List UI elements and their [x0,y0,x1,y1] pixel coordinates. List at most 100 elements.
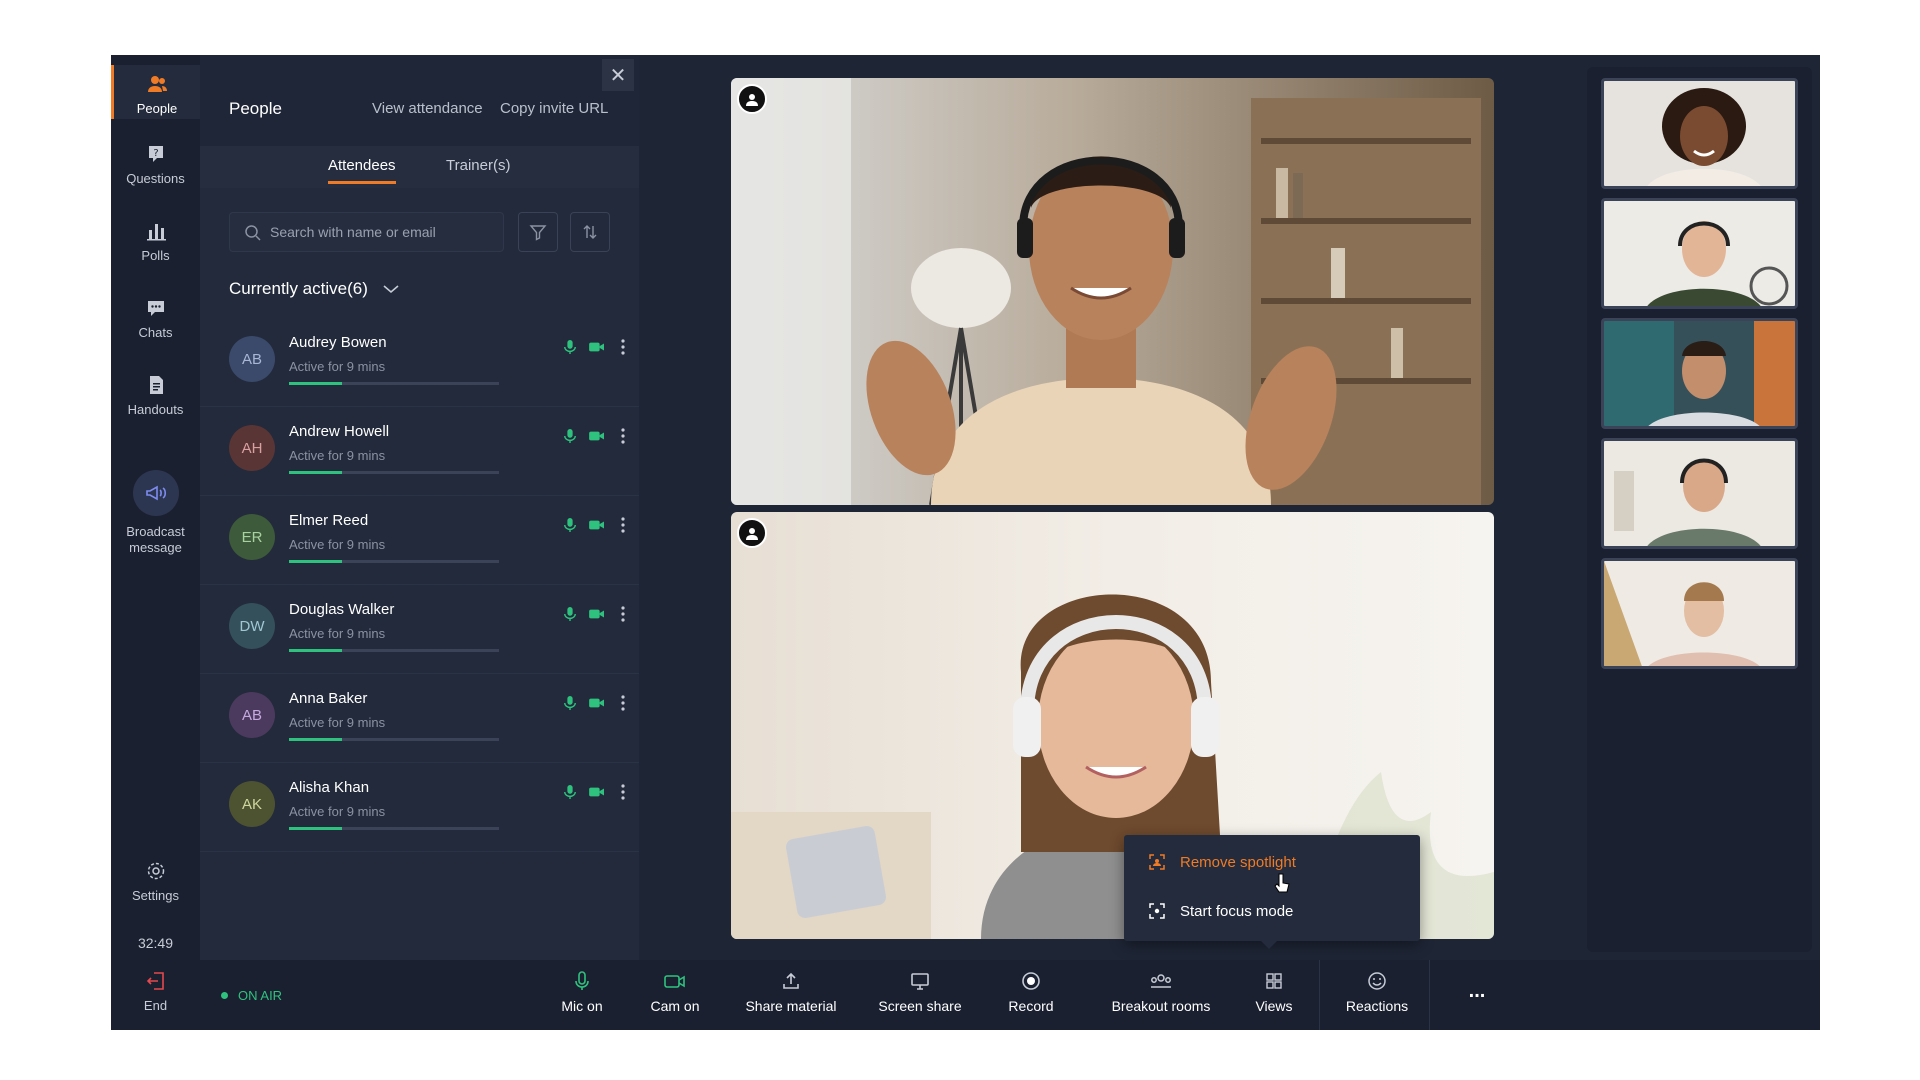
camera-icon[interactable] [586,336,608,358]
rail-handouts[interactable]: Handouts [111,374,200,417]
mic-icon[interactable] [559,514,581,536]
more-options-icon[interactable] [612,425,634,447]
activity-bar-fill [289,471,342,474]
on-air-label: ON AIR [238,988,283,1003]
attendee-status: Active for 9 mins [289,537,386,552]
toolbar-divider [1319,960,1320,1030]
avatar: ER [229,514,275,560]
document-icon [149,376,163,394]
people-panel: ✕ People View attendance Copy invite URL… [200,55,639,960]
rail-chats[interactable]: Chats [111,297,200,340]
video-tile-spotlight-1[interactable] [731,78,1494,505]
camera-icon[interactable] [586,781,608,803]
attendee-row[interactable]: ER Elmer Reed Active for 9 mins [200,496,639,585]
thumbnail-2[interactable] [1601,198,1798,309]
sort-icon [583,225,597,239]
tab-attendees[interactable]: Attendees [328,157,396,184]
avatar: AK [229,781,275,827]
spotlight-icon[interactable] [737,518,767,548]
screen-share-button[interactable]: Screen share [875,970,965,1014]
activity-bar [289,649,499,652]
end-label: End [143,998,168,1013]
mic-icon[interactable] [559,781,581,803]
section-title: Currently active(6) [229,279,368,298]
cam-button[interactable]: Cam on [640,970,710,1014]
rail-people[interactable]: People [111,65,200,119]
more-options-icon[interactable] [612,336,634,358]
attendee-row[interactable]: AH Andrew Howell Active for 9 mins [200,407,639,496]
panel-tabs: Attendees Trainer(s) [200,146,639,188]
end-button[interactable]: End [111,960,200,1030]
on-air-dot [221,992,228,999]
more-button[interactable]: ... [1457,980,1497,1003]
rail-polls[interactable]: Polls [111,220,200,263]
on-air-indicator: ON AIR [221,988,282,1003]
filter-icon [529,225,547,241]
remove-spotlight-option[interactable]: Remove spotlight [1124,838,1420,886]
copy-invite-link[interactable]: Copy invite URL [500,100,608,117]
rail-broadcast[interactable]: Broadcast message [111,470,200,556]
activity-bar [289,560,499,563]
more-options-icon[interactable] [612,692,634,714]
breakout-rooms-button[interactable]: Breakout rooms [1101,970,1221,1014]
attendee-row[interactable]: AB Audrey Bowen Active for 9 mins [200,318,639,407]
reactions-button[interactable]: Reactions [1337,970,1417,1014]
sort-button[interactable] [570,212,610,252]
megaphone-icon [132,470,179,516]
panel-header: ✕ People View attendance Copy invite URL [200,55,639,146]
thumbnail-4[interactable] [1601,438,1798,549]
mic-label: Mic on [561,998,603,1014]
more-options-icon[interactable] [612,603,634,625]
rail-questions[interactable]: ? Questions [111,143,200,186]
thumbnail-5[interactable] [1601,558,1798,669]
rail-chats-label: Chats [138,325,173,340]
start-focus-label: Start focus mode [1180,902,1294,920]
search-placeholder: Search with name or email [270,224,436,240]
views-label: Views [1255,998,1293,1014]
views-button[interactable]: Views [1244,970,1304,1014]
thumbnail-1[interactable] [1601,78,1798,189]
mic-icon[interactable] [559,425,581,447]
more-options-icon[interactable] [612,514,634,536]
currently-active-toggle[interactable]: Currently active(6) [229,279,400,299]
camera-icon[interactable] [586,603,608,625]
attendee-name: Elmer Reed [289,512,369,529]
mic-icon[interactable] [559,692,581,714]
rail-questions-label: Questions [126,171,185,186]
question-icon: ? [148,146,163,162]
rail-broadcast-label: Broadcast message [126,524,185,555]
thumbnail-feed [1604,201,1795,306]
view-attendance-link[interactable]: View attendance [372,100,483,117]
camera-icon[interactable] [586,425,608,447]
rail-settings[interactable]: Settings [111,860,200,903]
cursor-icon [1274,873,1290,893]
attendee-name: Andrew Howell [289,423,390,440]
camera-icon[interactable] [586,692,608,714]
avatar: AB [229,692,275,738]
camera-icon[interactable] [586,514,608,536]
mic-icon[interactable] [559,603,581,625]
attendee-name: Alisha Khan [289,779,370,796]
activity-bar [289,738,499,741]
left-rail: People ? Questions Polls Chats Handouts … [111,55,200,960]
attendee-name: Douglas Walker [289,601,395,618]
more-options-icon[interactable] [612,781,634,803]
tab-trainers[interactable]: Trainer(s) [446,157,510,174]
mic-button[interactable]: Mic on [552,970,612,1014]
attendee-row[interactable]: DW Douglas Walker Active for 9 mins [200,585,639,674]
webinar-app: People ? Questions Polls Chats Handouts … [111,55,1820,1030]
mic-icon[interactable] [559,336,581,358]
record-button[interactable]: Record [1001,970,1061,1014]
filter-button[interactable] [518,212,558,252]
rail-settings-label: Settings [132,888,179,903]
thumbnail-3[interactable] [1601,318,1798,429]
attendee-row[interactable]: AK Alisha Khan Active for 9 mins [200,763,639,852]
start-focus-option[interactable]: Start focus mode [1124,887,1420,935]
spotlight-icon[interactable] [737,84,767,114]
close-icon[interactable]: ✕ [602,59,634,91]
record-label: Record [1008,998,1054,1014]
avatar: AB [229,336,275,382]
search-input[interactable]: Search with name or email [229,212,504,252]
share-material-button[interactable]: Share material [736,970,846,1014]
attendee-row[interactable]: AB Anna Baker Active for 9 mins [200,674,639,763]
